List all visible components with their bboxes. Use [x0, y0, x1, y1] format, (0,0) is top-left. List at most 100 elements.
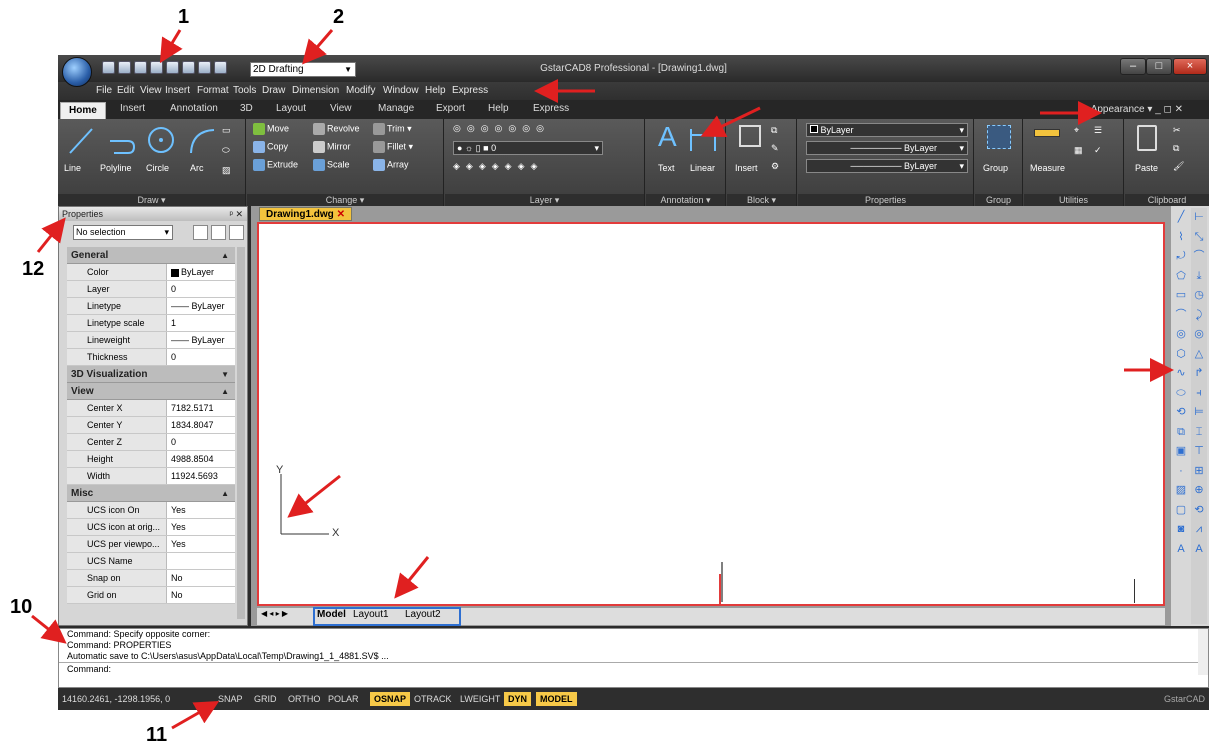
property-value-cell[interactable]: 1834.8047: [167, 417, 235, 433]
property-section-header[interactable]: 3D Visualization ▼: [67, 366, 235, 383]
tab-view[interactable]: View: [330, 103, 352, 114]
toggle-pickadd-icon[interactable]: [193, 225, 208, 240]
trim-button[interactable]: Trim ▾: [373, 123, 412, 135]
property-row[interactable]: UCS Name: [67, 553, 235, 570]
tab-manage[interactable]: Manage: [378, 103, 414, 114]
property-value-cell[interactable]: 1: [167, 315, 235, 331]
copy-clip-icon[interactable]: ⧉: [1173, 143, 1179, 154]
revolve-button[interactable]: Revolve: [313, 123, 360, 135]
property-row[interactable]: UCS icon at orig... Yes: [67, 519, 235, 536]
panel-utilities-label[interactable]: Utilities: [1024, 194, 1123, 206]
panel-draw-label[interactable]: Draw ▾: [58, 194, 245, 206]
property-row[interactable]: Snap on No: [67, 570, 235, 587]
property-value-cell[interactable]: 0: [167, 434, 235, 450]
select-objects-icon[interactable]: [211, 225, 226, 240]
panel-clipboard-label[interactable]: Clipboard: [1125, 194, 1209, 206]
cut-icon[interactable]: ✂: [1173, 125, 1181, 136]
linetype-select[interactable]: ──────── ByLayer ▾: [806, 141, 968, 155]
property-row[interactable]: Height 4988.8504: [67, 451, 235, 468]
match-properties-icon[interactable]: 🖌: [1173, 161, 1184, 172]
appearance-menu[interactable]: Appearance ▾ _ ◻ ✕: [1091, 104, 1183, 115]
property-row[interactable]: Center Y 1834.8047: [67, 417, 235, 434]
measure-button[interactable]: Measure: [1030, 163, 1065, 173]
copy-button[interactable]: Copy: [253, 141, 288, 153]
extrude-button[interactable]: Extrude: [253, 159, 298, 171]
layout-tab-layout2[interactable]: Layout2: [405, 609, 441, 620]
panel-layer-label[interactable]: Layer ▾: [445, 194, 644, 206]
grid-toggle[interactable]: GRID: [254, 688, 277, 710]
application-menu-button[interactable]: [62, 57, 92, 87]
property-value-cell[interactable]: Yes: [167, 519, 235, 535]
block-attribute-icon[interactable]: ⚙: [771, 161, 779, 172]
menu-express[interactable]: Express: [452, 85, 488, 96]
property-row[interactable]: Width 11924.5693: [67, 468, 235, 485]
panel-block-label[interactable]: Block ▾: [727, 194, 796, 206]
property-value-cell[interactable]: ByLayer: [167, 264, 235, 280]
property-row[interactable]: UCS icon On Yes: [67, 502, 235, 519]
array-button[interactable]: Array: [373, 159, 409, 171]
property-row[interactable]: Color ByLayer: [67, 264, 235, 281]
close-button[interactable]: ×: [1173, 58, 1207, 75]
quick-select-icon[interactable]: [229, 225, 244, 240]
calculator-icon[interactable]: ▦: [1074, 145, 1083, 156]
drawing-canvas[interactable]: Y X: [257, 222, 1165, 606]
menu-draw[interactable]: Draw: [262, 85, 285, 96]
property-row[interactable]: Lineweight —— ByLayer: [67, 332, 235, 349]
property-value-cell[interactable]: 4988.8504: [167, 451, 235, 467]
property-value-cell[interactable]: 11924.5693: [167, 468, 235, 484]
layer-select[interactable]: ● ☼ ▯ ■ 0 ▾: [453, 141, 603, 155]
property-value-cell[interactable]: 0: [167, 349, 235, 365]
menu-file[interactable]: File: [96, 85, 112, 96]
arc-button[interactable]: Arc: [190, 163, 204, 173]
property-section-header[interactable]: General ▲: [67, 247, 235, 264]
property-value-cell[interactable]: —— ByLayer: [167, 332, 235, 348]
line-button[interactable]: Line: [64, 163, 81, 173]
selection-select[interactable]: No selection ▾: [73, 225, 173, 240]
property-value-cell[interactable]: [167, 553, 235, 569]
otrack-toggle[interactable]: OTRACK: [414, 688, 452, 710]
id-point-icon[interactable]: ⌖: [1074, 125, 1079, 136]
expand-icon[interactable]: ▼: [221, 366, 229, 383]
property-value-cell[interactable]: 7182.5171: [167, 400, 235, 416]
group-button[interactable]: Group: [983, 163, 1008, 173]
menu-edit[interactable]: Edit: [117, 85, 134, 96]
panel-change-label[interactable]: Change ▾: [247, 194, 443, 206]
property-row[interactable]: Grid on No: [67, 587, 235, 604]
document-tab[interactable]: Drawing1.dwg ✕: [259, 207, 352, 221]
property-value-cell[interactable]: Yes: [167, 536, 235, 552]
menu-dimension[interactable]: Dimension: [292, 85, 339, 96]
pick-icon[interactable]: ✓: [1094, 145, 1102, 156]
property-row[interactable]: Layer 0: [67, 281, 235, 298]
edit-block-icon[interactable]: ✎: [771, 143, 779, 154]
tab-insert[interactable]: Insert: [120, 103, 145, 114]
property-section-header[interactable]: View ▲: [67, 383, 235, 400]
properties-scrollbar[interactable]: [237, 247, 245, 619]
menu-insert[interactable]: Insert: [165, 85, 190, 96]
layer-state-icons[interactable]: ◈◈◈◈◈◈◈: [453, 161, 543, 172]
layer-tools-icons[interactable]: ◎◎◎◎◎◎◎: [453, 123, 550, 134]
maximize-button[interactable]: □: [1146, 58, 1172, 75]
menu-format[interactable]: Format: [197, 85, 229, 96]
fillet-button[interactable]: Fillet ▾: [373, 141, 413, 153]
mirror-button[interactable]: Mirror: [313, 141, 351, 153]
minimize-button[interactable]: –: [1120, 58, 1146, 75]
panel-properties-label[interactable]: Properties: [798, 194, 973, 206]
close-icon[interactable]: ✕: [337, 209, 345, 220]
panel-group-label[interactable]: Group: [975, 194, 1022, 206]
property-value-cell[interactable]: No: [167, 570, 235, 586]
property-row[interactable]: UCS per viewpo... Yes: [67, 536, 235, 553]
layout-tab-layout1[interactable]: Layout1: [353, 609, 389, 620]
menu-help[interactable]: Help: [425, 85, 446, 96]
collapse-icon[interactable]: ▲: [221, 383, 229, 400]
polar-toggle[interactable]: POLAR: [328, 688, 359, 710]
hatch-icon[interactable]: ▨: [222, 165, 231, 176]
menu-window[interactable]: Window: [383, 85, 419, 96]
menu-tools[interactable]: Tools: [233, 85, 256, 96]
property-row[interactable]: Thickness 0: [67, 349, 235, 366]
osnap-toggle[interactable]: OSNAP: [370, 692, 411, 706]
menu-modify[interactable]: Modify: [346, 85, 375, 96]
model-toggle[interactable]: MODEL: [536, 692, 577, 706]
tab-export[interactable]: Export: [436, 103, 465, 114]
move-button[interactable]: Move: [253, 123, 289, 135]
property-value-cell[interactable]: Yes: [167, 502, 235, 518]
